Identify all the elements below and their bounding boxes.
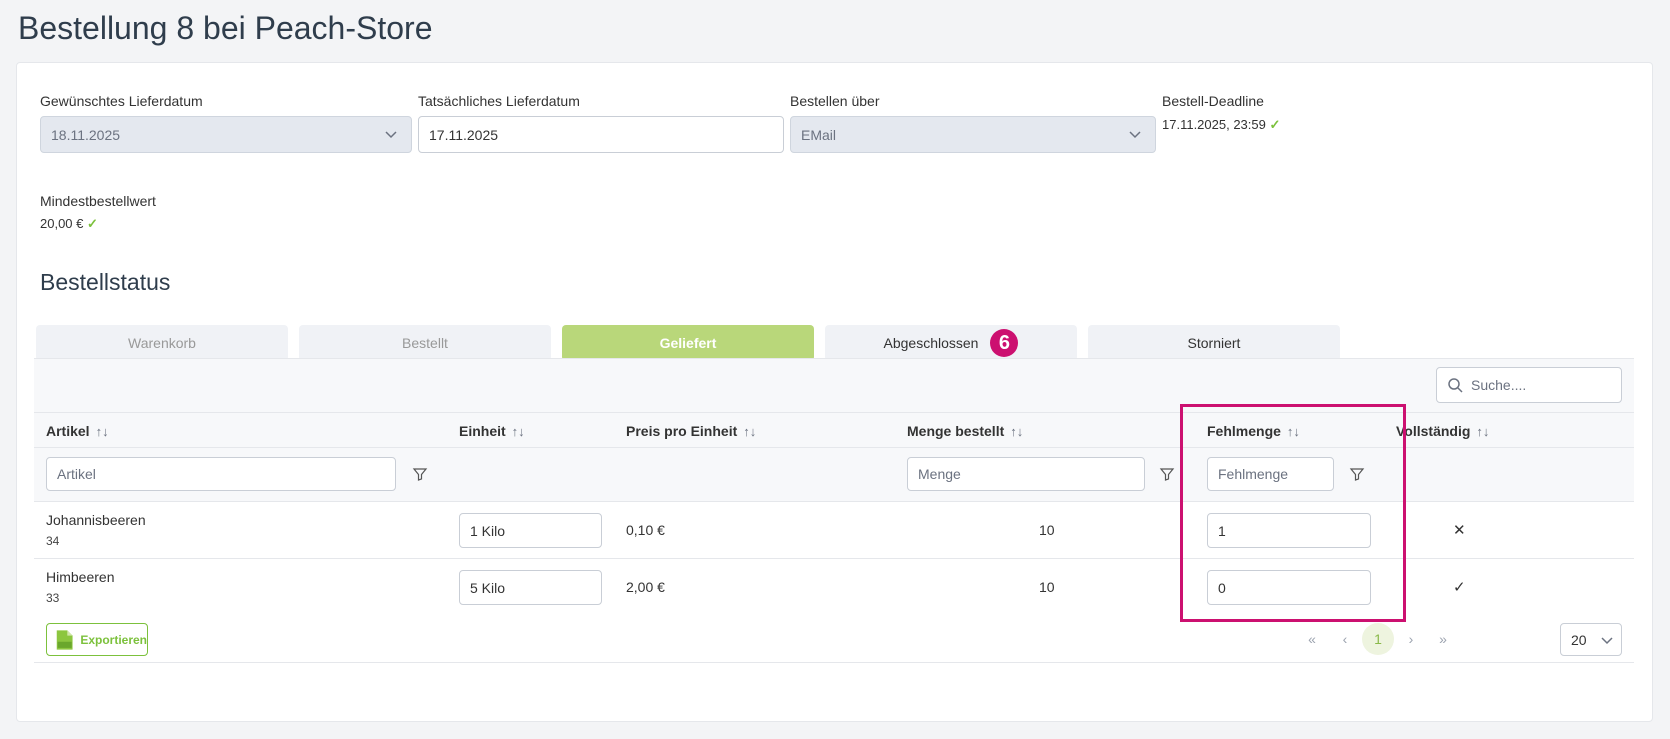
deadline-value: 17.11.2025, 23:59 ✓ bbox=[1162, 117, 1280, 133]
desired-date-select[interactable]: 18.11.2025 bbox=[40, 116, 412, 153]
order-via-value: EMail bbox=[801, 126, 837, 143]
status-warenkorb[interactable]: Warenkorb bbox=[36, 325, 288, 361]
col-einheit-label: Einheit bbox=[459, 423, 506, 439]
sort-icon: ↑↓ bbox=[95, 424, 109, 439]
step-badge: 6 bbox=[990, 329, 1019, 357]
filter-icon[interactable] bbox=[412, 466, 428, 482]
sort-icon: ↑↓ bbox=[1010, 424, 1024, 439]
chevron-down-icon bbox=[385, 131, 397, 139]
col-vollstaendig[interactable]: Vollständig ↑↓ bbox=[1396, 423, 1489, 439]
prev-page-button[interactable]: ‹ bbox=[1329, 623, 1361, 655]
table-footer: Exportieren « ‹ 1 › » 20 bbox=[34, 615, 1634, 663]
col-preis-label: Preis pro Einheit bbox=[626, 423, 738, 439]
qty-cell: 10 bbox=[1039, 522, 1055, 538]
article-name: Himbeeren bbox=[46, 569, 115, 585]
page-title: Bestellung 8 bei Peach-Store bbox=[18, 10, 433, 46]
sort-icon: ↑↓ bbox=[1476, 424, 1490, 439]
status-geliefert[interactable]: Geliefert bbox=[562, 325, 814, 361]
actual-date-input[interactable]: 17.11.2025 bbox=[418, 116, 784, 153]
status-bestellt[interactable]: Bestellt bbox=[299, 325, 551, 361]
col-menge-label: Menge bestellt bbox=[907, 423, 1005, 439]
status-title: Bestellstatus bbox=[40, 269, 171, 295]
article-name: Johannisbeeren bbox=[46, 512, 146, 528]
highlight-box bbox=[1180, 404, 1406, 622]
page-1-button[interactable]: 1 bbox=[1362, 623, 1394, 655]
status-abgeschlossen[interactable]: Abgeschlossen 6 bbox=[825, 325, 1077, 361]
close-icon: ✕ bbox=[1453, 522, 1466, 539]
check-icon: ✓ bbox=[87, 216, 98, 231]
deadline-label: Bestell-Deadline bbox=[1162, 93, 1264, 109]
order-card: Gewünschtes Lieferdatum 18.11.2025 Tatsä… bbox=[16, 62, 1653, 722]
article-id: 34 bbox=[46, 534, 60, 548]
col-preis[interactable]: Preis pro Einheit ↑↓ bbox=[626, 423, 756, 439]
min-order-value: 20,00 € ✓ bbox=[40, 216, 98, 232]
unit-value: 5 Kilo bbox=[470, 579, 506, 596]
price-cell: 0,10 € bbox=[626, 522, 665, 538]
filter-icon[interactable] bbox=[1159, 466, 1175, 482]
col-vollstaendig-label: Vollständig bbox=[1396, 423, 1471, 439]
sort-icon: ↑↓ bbox=[511, 424, 525, 439]
min-order-text: 20,00 € bbox=[40, 216, 84, 231]
status-abgeschlossen-label: Abgeschlossen bbox=[883, 335, 979, 351]
price-cell: 2,00 € bbox=[626, 579, 665, 595]
col-artikel[interactable]: Artikel ↑↓ bbox=[46, 423, 109, 439]
min-order-label: Mindestbestellwert bbox=[40, 193, 156, 209]
order-via-label: Bestellen über bbox=[790, 93, 880, 109]
sort-icon: ↑↓ bbox=[743, 424, 757, 439]
search-icon bbox=[1448, 378, 1463, 393]
article-id: 33 bbox=[46, 591, 60, 605]
first-page-button[interactable]: « bbox=[1296, 623, 1328, 655]
col-artikel-label: Artikel bbox=[46, 423, 90, 439]
pdf-icon bbox=[56, 629, 73, 650]
check-icon: ✓ bbox=[1269, 117, 1281, 132]
menge-filter-placeholder: Menge bbox=[918, 466, 961, 482]
unit-input[interactable]: 5 Kilo bbox=[459, 570, 602, 605]
order-via-select[interactable]: EMail bbox=[790, 116, 1156, 153]
menge-filter-input[interactable]: Menge bbox=[907, 457, 1145, 491]
search-placeholder: Suche.... bbox=[1471, 377, 1527, 393]
col-menge[interactable]: Menge bestellt ↑↓ bbox=[907, 423, 1023, 439]
next-page-button[interactable]: › bbox=[1395, 623, 1427, 655]
status-storniert[interactable]: Storniert bbox=[1088, 325, 1340, 361]
col-einheit[interactable]: Einheit ↑↓ bbox=[459, 423, 525, 439]
rows-per-page-value: 20 bbox=[1571, 631, 1587, 648]
chevron-down-icon bbox=[1129, 131, 1141, 139]
actual-date-label: Tatsächliches Lieferdatum bbox=[418, 93, 580, 109]
desired-date-value: 18.11.2025 bbox=[51, 126, 121, 143]
unit-value: 1 Kilo bbox=[470, 522, 506, 539]
export-pdf-button[interactable]: Exportieren bbox=[46, 623, 148, 656]
actual-date-value: 17.11.2025 bbox=[429, 126, 499, 143]
search-input[interactable]: Suche.... bbox=[1436, 367, 1622, 403]
artikel-filter-placeholder: Artikel bbox=[57, 466, 96, 482]
check-icon: ✓ bbox=[1453, 579, 1466, 596]
rows-per-page-select[interactable]: 20 bbox=[1560, 623, 1622, 656]
unit-input[interactable]: 1 Kilo bbox=[459, 513, 602, 548]
artikel-filter-input[interactable]: Artikel bbox=[46, 457, 396, 491]
qty-cell: 10 bbox=[1039, 579, 1055, 595]
chevron-down-icon bbox=[1601, 637, 1613, 645]
desired-date-label: Gewünschtes Lieferdatum bbox=[40, 93, 203, 109]
export-label: Exportieren bbox=[80, 632, 147, 647]
deadline-text: 17.11.2025, 23:59 bbox=[1162, 117, 1266, 132]
last-page-button[interactable]: » bbox=[1427, 623, 1459, 655]
